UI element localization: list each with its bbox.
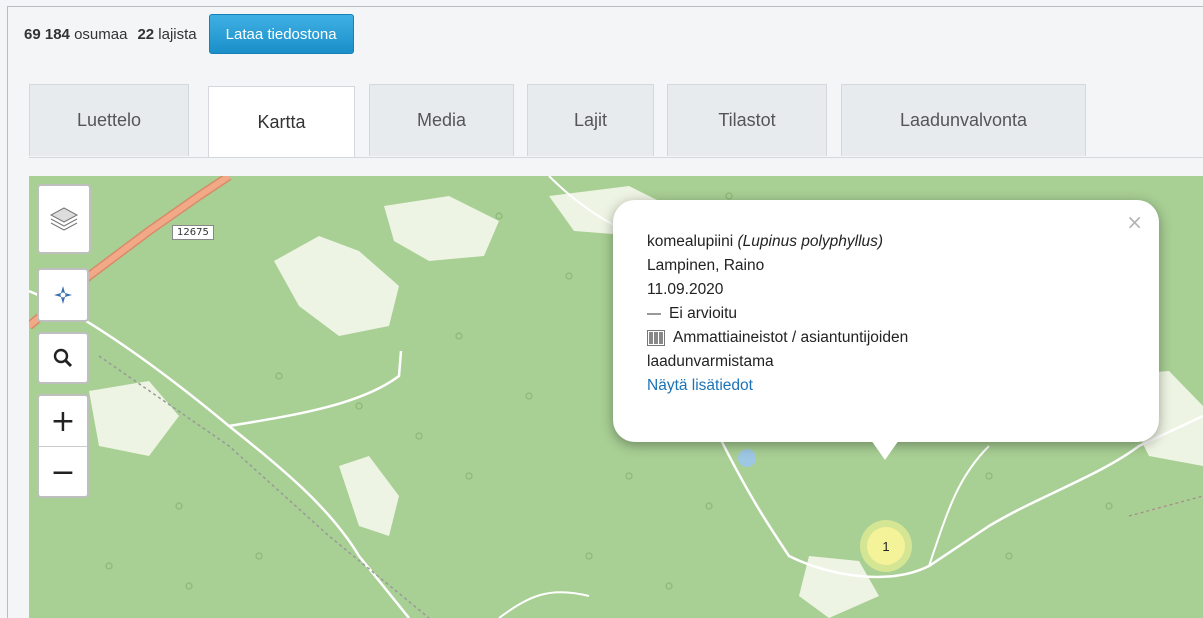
- species-common-name: komealupiini: [647, 233, 734, 250]
- close-icon[interactable]: ×: [1126, 210, 1143, 234]
- source-line-1: Ammattiaineistot / asiantuntijoiden: [673, 329, 909, 346]
- layers-button[interactable]: [37, 184, 91, 254]
- observation-date: 11.09.2020: [647, 281, 724, 298]
- layers-icon: [49, 207, 79, 231]
- hits-label: osumaa: [74, 25, 128, 43]
- search-button[interactable]: [37, 332, 89, 384]
- observation-cluster-marker[interactable]: 1: [860, 520, 912, 572]
- zoom-control: + −: [37, 394, 89, 498]
- quality-status: Ei arvioitu: [669, 305, 738, 322]
- dash-icon: [647, 313, 661, 315]
- zoom-out-button[interactable]: −: [39, 447, 87, 497]
- locate-icon: [54, 286, 72, 304]
- observer-name: Lampinen, Raino: [647, 257, 765, 274]
- species-label: lajista: [158, 25, 197, 43]
- map-view[interactable]: 12675 + − × komealupiini (Lupinus polyph…: [29, 176, 1203, 618]
- zoom-in-button[interactable]: +: [39, 396, 87, 447]
- species-count: 22: [137, 25, 155, 43]
- locate-button[interactable]: [37, 268, 89, 322]
- road-number-badge: 12675: [172, 225, 214, 240]
- results-summary: 69 184 osumaa 22 lajista Lataa tiedoston…: [24, 14, 354, 54]
- tabs-divider: [29, 157, 1203, 158]
- hits-count: 69 184: [24, 25, 70, 43]
- species-scientific-name: (Lupinus polyphyllus): [737, 233, 884, 250]
- species-line: komealupiini (Lupinus polyphyllus): [647, 230, 1125, 254]
- tab-media[interactable]: Media: [369, 84, 514, 156]
- source-row: Ammattiaineistot / asiantuntijoiden: [647, 326, 1125, 350]
- source-line-2: laadunvarmistama: [647, 353, 774, 370]
- download-button[interactable]: Lataa tiedostona: [208, 14, 354, 54]
- tab-tilastot[interactable]: Tilastot: [667, 84, 827, 156]
- popup-tip: [871, 440, 899, 460]
- observation-popup: × komealupiini (Lupinus polyphyllus) Lam…: [613, 200, 1159, 442]
- search-icon: [53, 348, 73, 368]
- quality-row: Ei arvioitu: [647, 302, 1125, 326]
- tab-lajit[interactable]: Lajit: [527, 84, 654, 156]
- tab-laadunvalvonta[interactable]: Laadunvalvonta: [841, 84, 1086, 156]
- details-link[interactable]: Näytä lisätiedot: [647, 374, 1125, 398]
- tab-kartta[interactable]: Kartta: [208, 86, 355, 158]
- tab-luettelo[interactable]: Luettelo: [29, 84, 189, 156]
- quality-bars-icon: [647, 330, 665, 346]
- cluster-count: 1: [867, 527, 905, 565]
